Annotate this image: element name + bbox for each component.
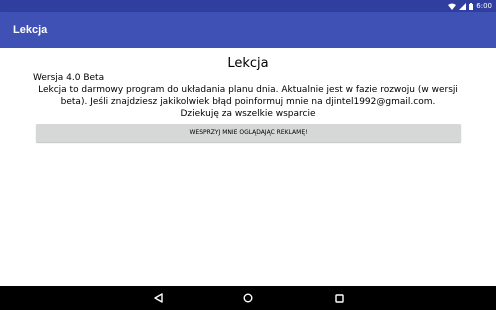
- home-button[interactable]: [236, 286, 260, 310]
- screen: 6:00 Lekcja Lekcja Wersja 4.0 Beta Lekcj…: [0, 0, 496, 310]
- description-line-2: beta). Jeśli znajdziesz jakikolwiek błąd…: [60, 97, 436, 107]
- navigation-bar: [0, 286, 496, 310]
- version-text: Wersja 4.0 Beta: [33, 73, 105, 83]
- back-icon: [153, 293, 163, 303]
- recents-button[interactable]: [327, 286, 351, 310]
- wifi-icon: [448, 3, 457, 10]
- status-icons: 6:00: [448, 0, 492, 12]
- back-button[interactable]: [146, 286, 170, 310]
- watch-ad-button[interactable]: WESPRZYJ MNIE OGLĄDAJĄC REKLAMĘ!: [36, 124, 461, 142]
- app-title: Lekcja: [13, 24, 48, 36]
- status-time: 6:00: [476, 2, 492, 10]
- page-title: Lekcja: [227, 56, 269, 71]
- cellular-signal-icon: [459, 2, 467, 10]
- recents-icon: [334, 293, 344, 303]
- app-bar: Lekcja: [0, 12, 496, 48]
- description-line-1: Lekcja to darmowy program do układania p…: [38, 85, 458, 95]
- home-icon: [243, 293, 253, 303]
- thanks-text: Dziekuję za wszelkie wsparcie: [180, 109, 316, 119]
- description-text: Lekcja to darmowy program do układania p…: [28, 84, 468, 108]
- status-bar: 6:00: [0, 0, 496, 12]
- content-area: Lekcja Wersja 4.0 Beta Lekcja to darmowy…: [0, 48, 496, 286]
- battery-icon: [469, 2, 474, 10]
